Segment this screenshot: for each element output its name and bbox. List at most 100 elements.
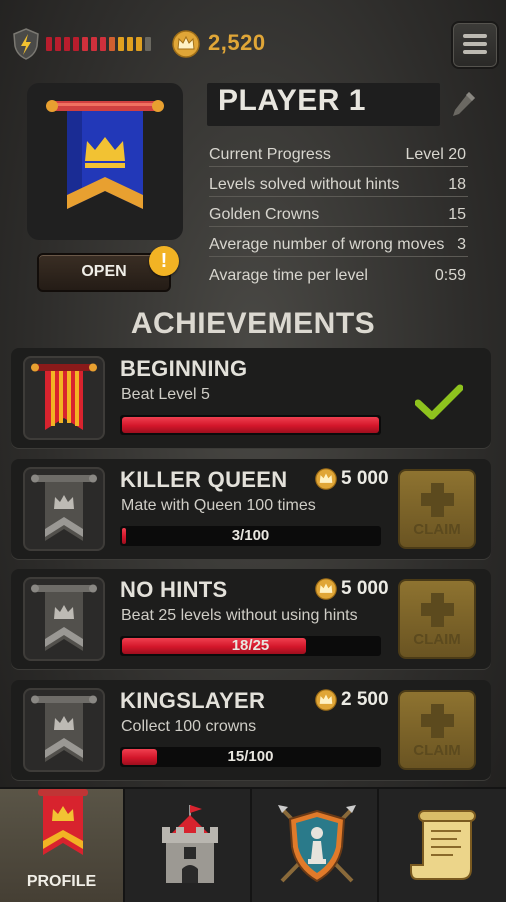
- profile-banner: [27, 83, 183, 240]
- stat-row: Golden Crowns 15: [209, 197, 468, 227]
- achievement-reward: 5 000: [315, 467, 389, 491]
- achievement-progress-bar: [120, 415, 381, 435]
- energy-bar-segment: [46, 37, 52, 51]
- achievement-description: Mate with Queen 100 times: [121, 497, 316, 514]
- achievement-banner-frame: [23, 577, 105, 661]
- achievements-heading: ACHIEVEMENTS: [130, 307, 376, 340]
- stat-value: 18: [448, 176, 466, 193]
- reward-amount: 5 000: [341, 578, 389, 599]
- stat-label: Golden Crowns: [209, 206, 320, 223]
- achievement-reward: 2 500: [315, 688, 389, 712]
- energy-bar-segment: [127, 37, 133, 51]
- stat-row: Average number of wrong moves 3: [209, 227, 468, 257]
- achievement-description: Beat 25 levels without using hints: [121, 607, 358, 624]
- crown-coin-icon: [315, 468, 337, 490]
- achievement-card: KILLER QUEEN 5 000 Mate with Queen 100 t…: [11, 459, 491, 559]
- achievement-title: KILLER QUEEN: [120, 467, 288, 492]
- achievement-banner-frame: [23, 688, 105, 772]
- energy-bar-segment: [55, 37, 61, 51]
- achievement-title: KINGSLAYER: [120, 688, 266, 713]
- energy-bar-segment: [82, 37, 88, 51]
- progress-text: 3/100: [231, 527, 270, 544]
- energy-shield-icon: [13, 28, 39, 60]
- shield-pawn-icon: [278, 805, 356, 883]
- menu-icon-line: [463, 42, 487, 46]
- energy-bar-segment: [145, 37, 151, 51]
- stat-value: 0:59: [434, 267, 466, 284]
- energy-bar-segment: [73, 37, 79, 51]
- castle-tower-icon: [162, 805, 218, 883]
- stat-row: Current Progress Level 20: [209, 137, 468, 167]
- achievement-reward: 5 000: [315, 577, 389, 601]
- top-bar: 2,520: [0, 0, 506, 86]
- achievement-title: BEGINNING: [120, 356, 248, 381]
- reward-amount: 5 000: [341, 468, 389, 489]
- stats-table: Current Progress Level 20 Levels solved w…: [209, 137, 468, 287]
- energy-bar-segment: [64, 37, 70, 51]
- hamburger-menu-icon: [463, 34, 487, 38]
- achievement-description: Collect 100 crowns: [121, 718, 257, 735]
- plus-icon-bar: [421, 714, 454, 727]
- stat-value: Level 20: [405, 146, 467, 163]
- stat-value: 15: [448, 206, 466, 223]
- player-name: PLAYER 1: [218, 84, 366, 117]
- achievement-progress-bar: 18/25: [120, 636, 381, 656]
- scroll-map-icon: [410, 810, 476, 880]
- progress-text: 15/100: [227, 748, 274, 765]
- achievement-title: NO HINTS: [120, 577, 228, 602]
- alert-badge: !: [149, 246, 179, 276]
- energy-bar-segment: [136, 37, 142, 51]
- grey-crown-banner-icon: [31, 584, 97, 651]
- stat-label: Average number of wrong moves: [209, 236, 445, 253]
- coin-balance: 2,520: [208, 30, 266, 55]
- achievement-card: BEGINNING Beat Level 5: [11, 348, 491, 448]
- claim-button[interactable]: CLAIM: [398, 579, 476, 659]
- energy-bar-segment: [109, 37, 115, 51]
- crown-coin-icon: [315, 578, 337, 600]
- energy-bar-segment: [118, 37, 124, 51]
- banner-crown-icon: [38, 789, 88, 855]
- stat-value: 3: [457, 236, 466, 253]
- progress-fill: [122, 417, 379, 433]
- stat-row: Avarage time per level 0:59: [209, 257, 468, 287]
- tab-profile[interactable]: PROFILE: [0, 789, 125, 902]
- achievement-progress-bar: 3/100: [120, 526, 381, 546]
- crown-coin-icon: [315, 689, 337, 711]
- stat-row: Levels solved without hints 18: [209, 167, 468, 197]
- achievement-card: KINGSLAYER 2 500 Collect 100 crowns 15/1…: [11, 680, 491, 780]
- grey-crown-banner-icon: [31, 695, 97, 762]
- plus-icon-bar: [421, 493, 454, 506]
- plus-icon-bar: [421, 603, 454, 616]
- menu-button[interactable]: [451, 21, 499, 69]
- achievement-banner-frame: [23, 356, 105, 440]
- stat-label: Current Progress: [209, 146, 331, 163]
- achievement-progress-bar: 15/100: [120, 747, 381, 767]
- claim-button[interactable]: CLAIM: [398, 690, 476, 770]
- blue-crown-banner-icon: [46, 100, 164, 209]
- energy-bar-segment: [91, 37, 97, 51]
- achievement-banner-frame: [23, 467, 105, 551]
- claim-label: CLAIM: [413, 742, 461, 759]
- progress-text: 18/25: [231, 637, 270, 654]
- tab-map[interactable]: [381, 789, 506, 902]
- claim-button[interactable]: CLAIM: [398, 469, 476, 549]
- edit-pencil-icon[interactable]: [449, 88, 477, 120]
- achievement-description: Beat Level 5: [121, 386, 210, 403]
- menu-icon-line: [463, 50, 487, 54]
- energy-meter: [46, 37, 151, 51]
- stat-label: Avarage time per level: [209, 267, 368, 284]
- checkmark-icon: [415, 384, 463, 420]
- energy-bar-segment: [100, 37, 106, 51]
- claim-label: CLAIM: [413, 631, 461, 648]
- grey-crown-banner-icon: [31, 474, 97, 541]
- tab-castle[interactable]: [127, 789, 252, 902]
- bottom-nav: PROFILE: [0, 787, 506, 902]
- reward-amount: 2 500: [341, 689, 389, 710]
- tab-battle[interactable]: [254, 789, 379, 902]
- crown-coin-icon: [172, 30, 200, 58]
- claim-label: CLAIM: [413, 521, 461, 538]
- stat-label: Levels solved without hints: [209, 176, 400, 193]
- tab-label: PROFILE: [26, 873, 97, 890]
- red-striped-banner-icon: [31, 363, 97, 430]
- achievement-card: NO HINTS 5 000 Beat 25 levels without us…: [11, 569, 491, 669]
